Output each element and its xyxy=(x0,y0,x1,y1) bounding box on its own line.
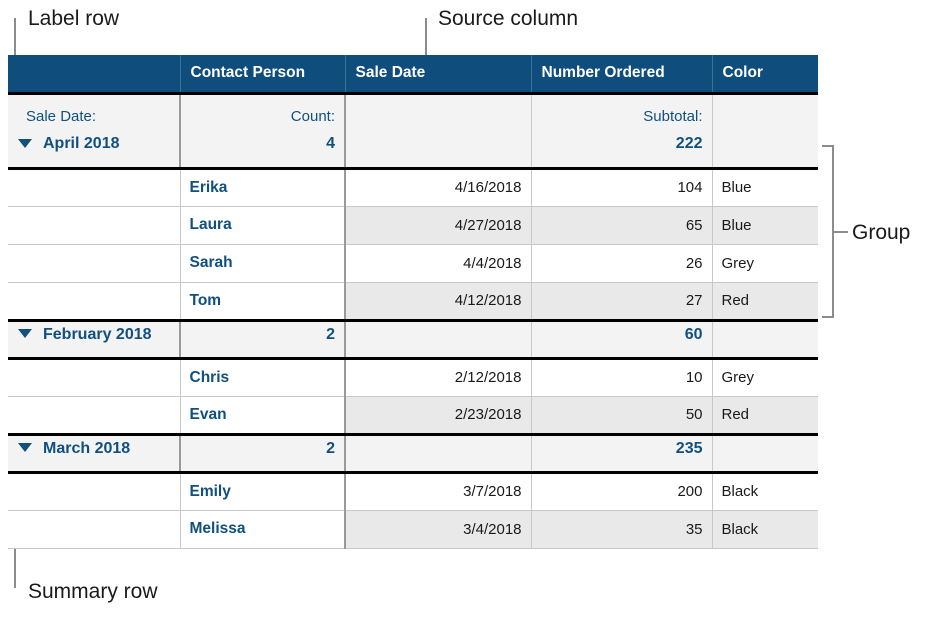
summary-row-color-blank xyxy=(712,130,818,170)
cell-number-ordered[interactable]: 27 xyxy=(531,282,713,322)
column-header-blank[interactable] xyxy=(8,55,181,94)
summary-row[interactable]: March 2018 2 235 xyxy=(8,434,818,474)
summary-row-subtotal: 235 xyxy=(531,434,713,474)
table-row[interactable]: Emily 3/7/2018 200 Black xyxy=(8,472,818,511)
summary-row-date-blank xyxy=(345,434,532,474)
annotation-group-tick xyxy=(834,231,848,233)
summary-row-group-name[interactable]: March 2018 xyxy=(8,434,181,474)
summary-row[interactable]: February 2018 2 60 xyxy=(8,320,818,360)
group-name-label: March 2018 xyxy=(43,439,131,457)
cell-contact-person[interactable]: Laura xyxy=(180,206,346,245)
group-name-label: February 2018 xyxy=(43,325,152,343)
annotation-source-column-leader xyxy=(425,18,427,56)
group-name-label: April 2018 xyxy=(43,135,120,153)
cell-color[interactable]: Black xyxy=(712,510,818,549)
row-label-blank xyxy=(8,282,181,322)
cell-number-ordered[interactable]: 10 xyxy=(531,358,713,397)
summary-row-group-name[interactable]: April 2018 xyxy=(8,130,181,170)
label-row-subtotal: Subtotal: xyxy=(531,93,713,131)
summary-row-color-blank xyxy=(712,434,818,474)
cell-contact-person[interactable]: Melissa xyxy=(180,510,346,549)
cell-contact-person[interactable]: Tom xyxy=(180,282,346,322)
cell-color[interactable]: Blue xyxy=(712,168,818,207)
table-header: Contact Person Sale Date Number Ordered … xyxy=(8,55,818,94)
label-row-count: Count: xyxy=(180,93,346,131)
header-row: Contact Person Sale Date Number Ordered … xyxy=(8,55,818,94)
cell-color[interactable]: Red xyxy=(712,282,818,322)
label-row: Sale Date: Count: Subtotal: xyxy=(8,93,818,131)
column-header-number-ordered[interactable]: Number Ordered xyxy=(531,55,713,94)
label-row-category: Sale Date: xyxy=(8,93,181,131)
triangle-down-icon[interactable] xyxy=(18,329,32,339)
cell-color[interactable]: Grey xyxy=(712,244,818,283)
cell-number-ordered[interactable]: 65 xyxy=(531,206,713,245)
label-row-date xyxy=(345,93,532,131)
cell-color[interactable]: Blue xyxy=(712,206,818,245)
cell-contact-person[interactable]: Emily xyxy=(180,472,346,511)
table-row[interactable]: Melissa 3/4/2018 35 Black xyxy=(8,510,818,549)
cell-contact-person[interactable]: Evan xyxy=(180,396,346,436)
triangle-down-icon[interactable] xyxy=(18,443,32,453)
row-label-blank xyxy=(8,358,181,397)
summary-row-date-blank xyxy=(345,320,532,360)
table-row[interactable]: Laura 4/27/2018 65 Blue xyxy=(8,206,818,245)
annotation-summary-row: Summary row xyxy=(28,580,158,603)
row-label-blank xyxy=(8,510,181,549)
cell-sale-date[interactable]: 4/16/2018 xyxy=(345,168,532,207)
cell-color[interactable]: Black xyxy=(712,472,818,511)
summary-row-group-name[interactable]: February 2018 xyxy=(8,320,181,360)
table-row[interactable]: Chris 2/12/2018 10 Grey xyxy=(8,358,818,397)
row-label-blank xyxy=(8,472,181,511)
table-row[interactable]: Erika 4/16/2018 104 Blue xyxy=(8,168,818,207)
cell-number-ordered[interactable]: 35 xyxy=(531,510,713,549)
row-label-blank xyxy=(8,206,181,245)
cell-sale-date[interactable]: 3/7/2018 xyxy=(345,472,532,511)
row-label-blank xyxy=(8,396,181,436)
cell-number-ordered[interactable]: 104 xyxy=(531,168,713,207)
cell-contact-person[interactable]: Sarah xyxy=(180,244,346,283)
summary-row-subtotal: 222 xyxy=(531,130,713,170)
cell-sale-date[interactable]: 4/4/2018 xyxy=(345,244,532,283)
summary-row-color-blank xyxy=(712,320,818,360)
cell-sale-date[interactable]: 4/12/2018 xyxy=(345,282,532,322)
triangle-down-icon[interactable] xyxy=(18,138,32,148)
summary-row[interactable]: April 2018 4 222 xyxy=(8,130,818,170)
annotation-group: Group xyxy=(852,221,911,244)
table-row[interactable]: Evan 2/23/2018 50 Red xyxy=(8,396,818,436)
column-header-sale-date[interactable]: Sale Date xyxy=(345,55,532,94)
cell-sale-date[interactable]: 3/4/2018 xyxy=(345,510,532,549)
cell-sale-date[interactable]: 4/27/2018 xyxy=(345,206,532,245)
summary-row-count: 2 xyxy=(180,320,346,360)
column-header-color[interactable]: Color xyxy=(712,55,818,94)
annotation-group-bracket xyxy=(822,145,834,318)
data-table: Contact Person Sale Date Number Ordered … xyxy=(8,55,818,549)
column-header-contact-person[interactable]: Contact Person xyxy=(180,55,346,94)
table-row[interactable]: Sarah 4/4/2018 26 Grey xyxy=(8,244,818,283)
cell-number-ordered[interactable]: 50 xyxy=(531,396,713,436)
cell-sale-date[interactable]: 2/23/2018 xyxy=(345,396,532,436)
cell-number-ordered[interactable]: 26 xyxy=(531,244,713,283)
cell-contact-person[interactable]: Erika xyxy=(180,168,346,207)
annotation-label-row: Label row xyxy=(28,7,120,30)
cell-number-ordered[interactable]: 200 xyxy=(531,472,713,511)
cell-color[interactable]: Red xyxy=(712,396,818,436)
cell-sale-date[interactable]: 2/12/2018 xyxy=(345,358,532,397)
row-label-blank xyxy=(8,168,181,207)
label-row-color xyxy=(712,93,818,131)
table-row[interactable]: Tom 4/12/2018 27 Red xyxy=(8,282,818,322)
summary-row-count: 2 xyxy=(180,434,346,474)
summary-row-date-blank xyxy=(345,130,532,170)
cell-color[interactable]: Grey xyxy=(712,358,818,397)
annotation-source-column: Source column xyxy=(438,7,579,30)
table-body: Sale Date: Count: Subtotal: April 2018 4… xyxy=(8,93,818,549)
summary-row-count: 4 xyxy=(180,130,346,170)
grouped-table: Contact Person Sale Date Number Ordered … xyxy=(8,55,818,549)
cell-contact-person[interactable]: Chris xyxy=(180,358,346,397)
row-label-blank xyxy=(8,244,181,283)
summary-row-subtotal: 60 xyxy=(531,320,713,360)
